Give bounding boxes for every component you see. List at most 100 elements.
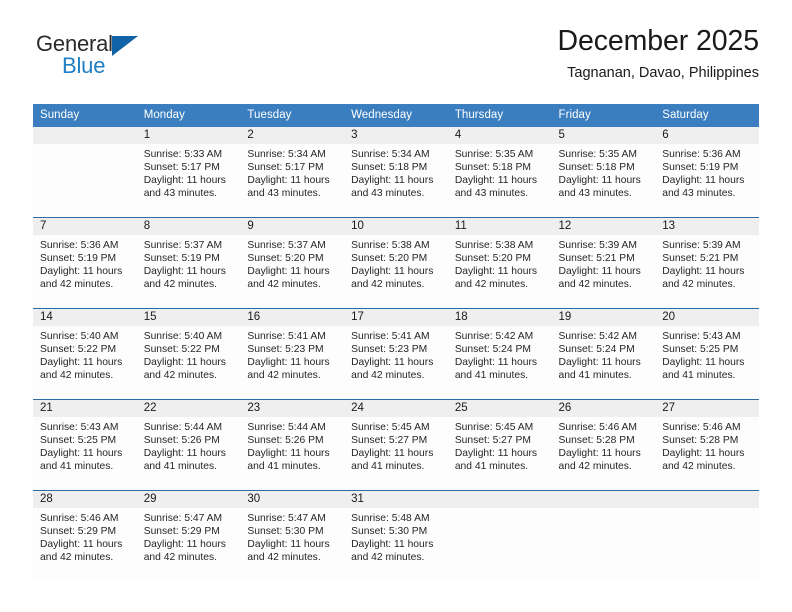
calendar-day-cell[interactable]: 24 Sunrise: 5:45 AM Sunset: 5:27 PM Dayligh… (344, 399, 448, 491)
calendar-day-cell[interactable]: 29 Sunrise: 5:47 AM Sunset: 5:29 PM Dayligh… (136, 490, 241, 581)
calendar-day-cell[interactable]: 7 Sunrise: 5:36 AM Sunset: 5:19 PM Daylight… (33, 217, 137, 309)
sunrise-time: Sunrise: 5:45 AM (351, 422, 430, 433)
calendar-day-cell[interactable]: 8 Sunrise: 5:37 AM Sunset: 5:19 PM Daylight… (136, 217, 241, 309)
sunset-time: Sunset: 5:22 PM (40, 344, 117, 356)
sunset-time: Sunset: 5:19 PM (143, 253, 220, 265)
day-number: 24 (344, 400, 448, 417)
calendar-day-cell[interactable]: 22 Sunrise: 5:44 AM Sunset: 5:26 PM Dayligh… (136, 399, 241, 491)
sunset-time: Sunset: 5:27 PM (351, 435, 428, 447)
calendar-day-cell[interactable]: 26 Sunrise: 5:46 AM Sunset: 5:28 PM Dayligh… (551, 399, 656, 491)
day-number: 9 (240, 218, 345, 235)
day-number: 30 (240, 491, 345, 508)
sunrise-time: Sunrise: 5:46 AM (558, 422, 637, 433)
calendar-day-cell[interactable]: 6 Sunrise: 5:36 AM Sunset: 5:19 PM Daylight… (655, 127, 759, 218)
calendar-day-cell[interactable]: 1 Sunrise: 5:33 AM Sunset: 5:17 PM Daylight… (136, 127, 241, 218)
weekday-header-row: Sunday Monday Tuesday Wednesday Thursday… (33, 104, 759, 127)
sunset-time: Sunset: 5:21 PM (558, 253, 635, 265)
daylight-duration-line1: Daylight: 11 hours (351, 266, 434, 278)
daylight-duration-line1: Daylight: 11 hours (558, 357, 641, 369)
daylight-duration-line2: and 42 minutes. (662, 461, 736, 473)
sunrise-time: Sunrise: 5:44 AM (143, 422, 223, 433)
page-subtitle: Tagnanan, Davao, Philippines (567, 64, 759, 81)
sunrise-time: Sunrise: 5:38 AM (454, 240, 534, 251)
sunset-time: Sunset: 5:28 PM (558, 435, 635, 447)
calendar-day-cell[interactable]: 15 Sunrise: 5:40 AM Sunset: 5:22 PM Dayligh… (136, 308, 241, 400)
day-details: Sunrise: 5:35 AM Sunset: 5:18 PM Daylight:… (552, 144, 656, 200)
sunrise-time: Sunrise: 5:41 AM (351, 331, 430, 342)
sunrise-time: Sunrise: 5:39 AM (662, 240, 741, 251)
sunrise-time: Sunrise: 5:48 AM (351, 513, 430, 524)
sunset-time: Sunset: 5:28 PM (662, 435, 739, 447)
calendar-day-cell[interactable]: 30 Sunrise: 5:47 AM Sunset: 5:30 PM Dayligh… (240, 490, 345, 581)
sunrise-time: Sunrise: 5:40 AM (143, 331, 223, 342)
day-number: 5 (551, 127, 656, 144)
sunrise-time: Sunrise: 5:37 AM (143, 240, 223, 251)
sunrise-time: Sunrise: 5:44 AM (247, 422, 326, 433)
day-number: 8 (136, 218, 241, 235)
day-details: Sunrise: 5:45 AM Sunset: 5:27 PM Daylight:… (344, 417, 448, 473)
day-details: Sunrise: 5:40 AM Sunset: 5:22 PM Daylight:… (33, 326, 137, 382)
calendar-day-cell[interactable]: 3 Sunrise: 5:34 AM Sunset: 5:18 PM Daylight… (344, 127, 448, 218)
daylight-duration-line1: Daylight: 11 hours (247, 175, 330, 187)
sunset-time: Sunset: 5:23 PM (351, 344, 428, 356)
logo-text-blue: Blue (62, 53, 106, 78)
sunrise-time: Sunrise: 5:43 AM (662, 331, 741, 342)
calendar-day-cell[interactable]: 14 Sunrise: 5:40 AM Sunset: 5:22 PM Dayligh… (33, 308, 137, 400)
daylight-duration-line1: Daylight: 11 hours (454, 357, 538, 369)
calendar-day-cell[interactable]: 16 Sunrise: 5:41 AM Sunset: 5:23 PM Dayligh… (240, 308, 345, 400)
calendar-day-cell[interactable]: 13 Sunrise: 5:39 AM Sunset: 5:21 PM Dayligh… (655, 217, 759, 309)
day-details: Sunrise: 5:42 AM Sunset: 5:24 PM Daylight:… (448, 326, 552, 382)
calendar-day-cell[interactable]: 25 Sunrise: 5:45 AM Sunset: 5:27 PM Dayligh… (447, 399, 552, 491)
day-details: Sunrise: 5:44 AM Sunset: 5:26 PM Daylight:… (240, 417, 344, 473)
daylight-duration-line2: and 42 minutes. (143, 552, 217, 564)
daylight-duration-line1: Daylight: 11 hours (40, 357, 123, 369)
daylight-duration-line2: and 42 minutes. (247, 279, 321, 291)
sunset-time: Sunset: 5:25 PM (662, 344, 739, 356)
day-number (551, 491, 656, 508)
calendar-day-cell[interactable]: 9 Sunrise: 5:37 AM Sunset: 5:20 PM Daylight… (240, 217, 345, 309)
day-number: 28 (33, 491, 137, 508)
calendar-cell-empty (447, 490, 552, 581)
calendar-day-cell[interactable]: 5 Sunrise: 5:35 AM Sunset: 5:18 PM Daylight… (551, 127, 656, 218)
calendar-day-cell[interactable]: 19 Sunrise: 5:42 AM Sunset: 5:24 PM Dayligh… (551, 308, 656, 400)
sunset-time: Sunset: 5:18 PM (351, 162, 428, 174)
day-details: Sunrise: 5:41 AM Sunset: 5:23 PM Daylight:… (344, 326, 448, 382)
calendar-day-cell[interactable]: 11 Sunrise: 5:38 AM Sunset: 5:20 PM Dayligh… (447, 217, 552, 309)
daylight-duration-line1: Daylight: 11 hours (662, 448, 745, 460)
calendar-day-cell[interactable]: 31 Sunrise: 5:48 AM Sunset: 5:30 PM Dayligh… (344, 490, 448, 581)
sunrise-time: Sunrise: 5:43 AM (40, 422, 119, 433)
daylight-duration-line2: and 42 minutes. (662, 279, 736, 291)
calendar-day-cell[interactable]: 23 Sunrise: 5:44 AM Sunset: 5:26 PM Dayligh… (240, 399, 345, 491)
day-number: 22 (136, 400, 241, 417)
sunset-time: Sunset: 5:26 PM (143, 435, 220, 447)
day-number (447, 491, 552, 508)
calendar-day-cell[interactable]: 12 Sunrise: 5:39 AM Sunset: 5:21 PM Dayligh… (551, 217, 656, 309)
calendar-day-cell[interactable]: 4 Sunrise: 5:35 AM Sunset: 5:18 PM Daylight… (447, 127, 552, 218)
calendar-day-cell[interactable]: 10 Sunrise: 5:38 AM Sunset: 5:20 PM Dayligh… (344, 217, 448, 309)
day-number: 16 (240, 309, 345, 326)
day-number: 20 (655, 309, 759, 326)
daylight-duration-line2: and 41 minutes. (40, 461, 114, 473)
calendar-day-cell[interactable]: 17 Sunrise: 5:41 AM Sunset: 5:23 PM Dayligh… (344, 308, 448, 400)
calendar-day-cell[interactable]: 18 Sunrise: 5:42 AM Sunset: 5:24 PM Dayligh… (447, 308, 552, 400)
daylight-duration-line1: Daylight: 11 hours (351, 448, 434, 460)
daylight-duration-line1: Daylight: 11 hours (662, 357, 745, 369)
sunrise-time: Sunrise: 5:46 AM (40, 513, 119, 524)
day-details: Sunrise: 5:39 AM Sunset: 5:21 PM Daylight:… (655, 235, 759, 291)
day-details: Sunrise: 5:35 AM Sunset: 5:18 PM Daylight:… (448, 144, 552, 200)
weekday-header-saturday: Saturday (655, 104, 759, 127)
calendar-day-cell[interactable]: 20 Sunrise: 5:43 AM Sunset: 5:25 PM Dayligh… (655, 308, 759, 400)
daylight-duration-line2: and 41 minutes. (454, 370, 529, 382)
sunrise-time: Sunrise: 5:45 AM (454, 422, 534, 433)
calendar-day-cell[interactable]: 2 Sunrise: 5:34 AM Sunset: 5:17 PM Daylight… (240, 127, 345, 218)
calendar-day-cell[interactable]: 21 Sunrise: 5:43 AM Sunset: 5:25 PM Dayligh… (33, 399, 137, 491)
sunset-time: Sunset: 5:26 PM (247, 435, 324, 447)
day-number: 29 (136, 491, 241, 508)
day-number: 3 (344, 127, 448, 144)
day-details: Sunrise: 5:37 AM Sunset: 5:19 PM Daylight:… (137, 235, 241, 291)
calendar-day-cell[interactable]: 27 Sunrise: 5:46 AM Sunset: 5:28 PM Dayligh… (655, 399, 759, 491)
daylight-duration-line2: and 43 minutes. (247, 188, 321, 200)
sunset-time: Sunset: 5:19 PM (40, 253, 117, 265)
calendar-day-cell[interactable]: 28 Sunrise: 5:46 AM Sunset: 5:29 PM Dayligh… (33, 490, 137, 581)
general-blue-logo[interactable]: General Blue (36, 31, 236, 83)
